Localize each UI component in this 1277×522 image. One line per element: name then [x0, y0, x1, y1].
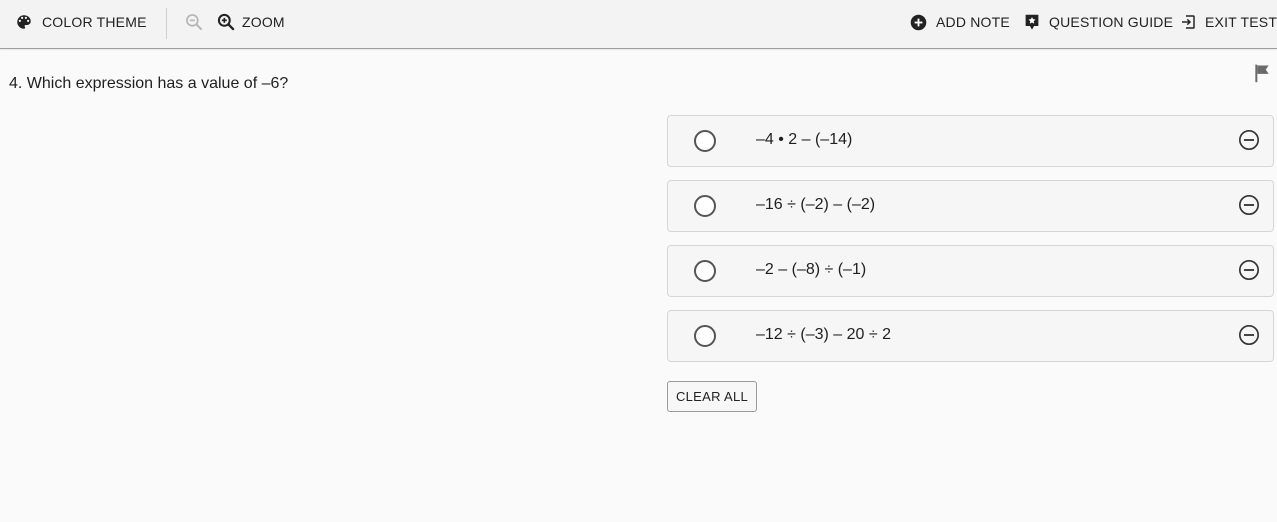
- toolbar-divider: [166, 8, 167, 39]
- question-text: 4. Which expression has a value of –6?: [9, 75, 289, 92]
- radio-button[interactable]: [694, 260, 716, 282]
- add-note-button[interactable]: ADD NOTE: [910, 0, 1010, 44]
- eliminate-icon[interactable]: [1238, 129, 1260, 151]
- question-guide-icon: [1024, 14, 1040, 31]
- exit-icon: [1180, 14, 1196, 30]
- option-text: –4 • 2 – (–14): [756, 131, 853, 148]
- answer-option[interactable]: –4 • 2 – (–14): [667, 115, 1274, 167]
- question-guide-label: QUESTION GUIDE: [1049, 14, 1174, 30]
- eliminate-icon[interactable]: [1238, 324, 1260, 346]
- answer-option[interactable]: –16 ÷ (–2) – (–2): [667, 180, 1274, 232]
- toolbar: COLOR THEME ZOOM ADD NOTE QUESTION GUIDE…: [0, 0, 1277, 49]
- radio-button[interactable]: [694, 325, 716, 347]
- palette-icon: [15, 13, 33, 31]
- exit-test-label: EXIT TEST: [1205, 14, 1277, 30]
- clear-all-button[interactable]: CLEAR ALL: [667, 381, 757, 412]
- question-guide-button[interactable]: QUESTION GUIDE: [1024, 0, 1173, 44]
- radio-button[interactable]: [694, 130, 716, 152]
- zoom-in-button[interactable]: ZOOM: [216, 0, 285, 44]
- option-text: –16 ÷ (–2) – (–2): [756, 196, 876, 213]
- zoom-out-icon[interactable]: [184, 12, 204, 32]
- eliminate-icon[interactable]: [1238, 194, 1260, 216]
- add-note-icon: [910, 14, 927, 31]
- radio-button[interactable]: [694, 195, 716, 217]
- flag-icon[interactable]: [1252, 63, 1272, 83]
- answer-option[interactable]: –12 ÷ (–3) – 20 ÷ 2: [667, 310, 1274, 362]
- option-text: –12 ÷ (–3) – 20 ÷ 2: [756, 326, 891, 343]
- exit-test-button[interactable]: EXIT TEST: [1180, 0, 1277, 44]
- add-note-label: ADD NOTE: [936, 14, 1010, 30]
- color-theme-label: COLOR THEME: [42, 14, 147, 30]
- zoom-in-icon: [216, 12, 236, 32]
- answer-option[interactable]: –2 – (–8) ÷ (–1): [667, 245, 1274, 297]
- eliminate-icon[interactable]: [1238, 259, 1260, 281]
- color-theme-button[interactable]: COLOR THEME: [15, 0, 147, 44]
- zoom-label: ZOOM: [242, 14, 285, 30]
- option-text: –2 – (–8) ÷ (–1): [756, 261, 867, 278]
